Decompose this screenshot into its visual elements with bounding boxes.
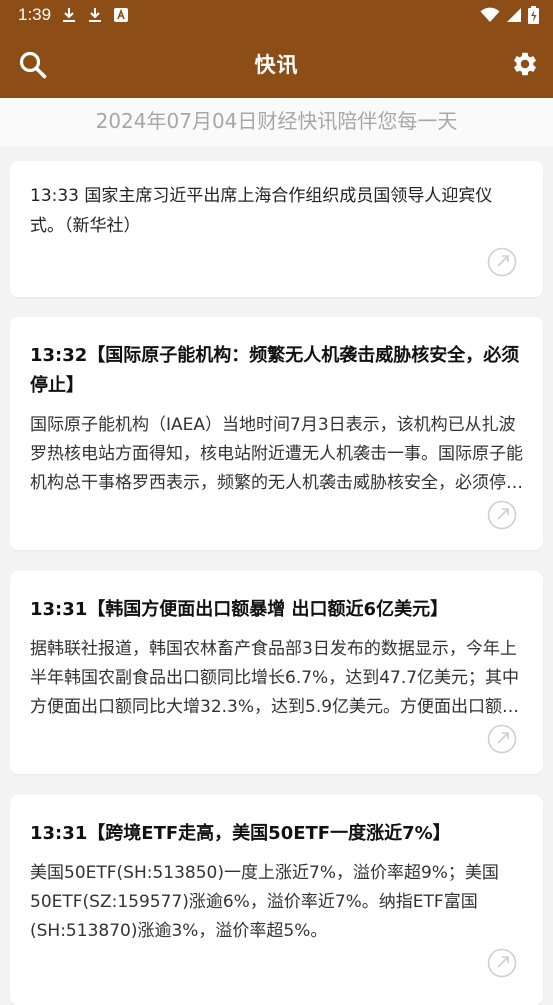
news-headline: 13:31【跨境ETF走高，美国50ETF一度涨近7%】 xyxy=(30,823,451,844)
app-bar: 快讯 xyxy=(0,30,553,98)
news-text: 13:33 国家主席习近平出席上海合作组织成员国领导人迎宾仪式。（新华社） xyxy=(30,186,493,236)
gear-icon[interactable] xyxy=(511,50,539,78)
news-body: 据韩联社报道，韩国农林畜产食品部3日发布的数据显示，今年上半年韩国农副食品出口额… xyxy=(30,639,520,717)
wifi-icon xyxy=(480,7,500,22)
news-headline: 13:32【国际原子能机构：频繁无人机袭击威胁核安全，必须停止】 xyxy=(30,345,520,396)
share-icon[interactable] xyxy=(487,500,517,530)
news-card[interactable]: 13:33 国家主席习近平出席上海合作组织成员国领导人迎宾仪式。（新华社） xyxy=(10,161,543,297)
news-card[interactable]: 13:31【跨境ETF走高，美国50ETF一度涨近7%】 美国50ETF(SH:… xyxy=(10,795,543,1005)
search-icon[interactable] xyxy=(18,50,48,80)
signal-icon xyxy=(507,8,521,22)
status-bar-left: 1:39 xyxy=(18,5,129,25)
download-icon xyxy=(63,8,76,22)
news-card[interactable]: 13:31【韩国方便面出口额暴增 出口额近6亿美元】 据韩联社报道，韩国农林畜产… xyxy=(10,571,543,774)
share-icon[interactable] xyxy=(487,247,517,277)
news-headline: 13:31【韩国方便面出口额暴增 出口额近6亿美元】 xyxy=(30,599,449,620)
share-icon[interactable] xyxy=(487,948,517,978)
news-body: 国际原子能机构（IAEA）当地时间7月3日表示，该机构已从扎波罗热核电站方面得知… xyxy=(30,415,523,493)
page-title: 快讯 xyxy=(254,53,299,77)
status-bar: 1:39 xyxy=(0,0,553,30)
download-icon xyxy=(89,8,102,22)
date-banner: 2024年07月04日财经快讯陪伴您每一天 xyxy=(0,98,553,146)
battery-icon xyxy=(528,6,539,24)
status-time: 1:39 xyxy=(18,5,52,24)
news-card[interactable]: 13:32【国际原子能机构：频繁无人机袭击威胁核安全，必须停止】 国际原子能机构… xyxy=(10,317,543,550)
share-icon[interactable] xyxy=(487,724,517,754)
status-bar-right xyxy=(480,6,539,24)
text-a-icon xyxy=(114,8,129,22)
news-body: 美国50ETF(SH:513850)一度上涨近7%，溢价率超9%；美国50ETF… xyxy=(30,863,499,941)
